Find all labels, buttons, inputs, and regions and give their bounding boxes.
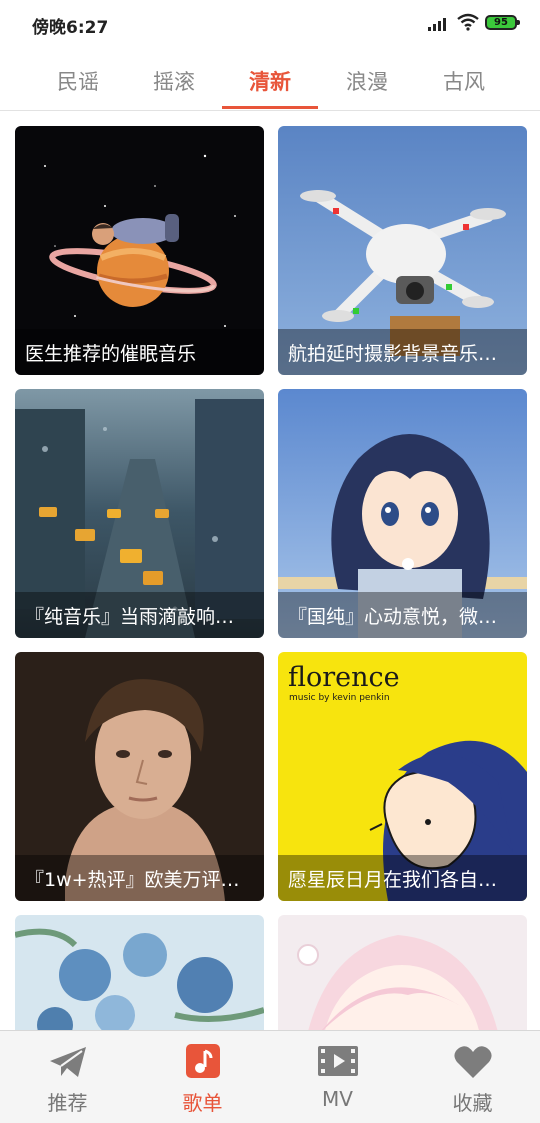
playlist-grid: 医生推荐的催眠音乐 航拍延时摄影背景音乐… 『纯音乐』当雨滴敲响… 『国纯』心动…: [0, 110, 540, 1030]
nav-label: 歌单: [182, 1091, 223, 1115]
status-bar: 傍晚6:27 95: [0, 0, 540, 50]
tab-gufeng[interactable]: 古风: [416, 66, 512, 96]
playlist-cover-image: [15, 915, 264, 1030]
playlist-title: 愿星辰日月在我们各自…: [278, 855, 527, 901]
nav-label: MV: [322, 1087, 353, 1111]
playlist-card[interactable]: 航拍延时摄影背景音乐…: [278, 126, 527, 375]
nav-favorites[interactable]: 收藏: [405, 1031, 540, 1123]
nav-recommend[interactable]: 推荐: [0, 1031, 135, 1123]
florence-logo-text: florence: [288, 662, 400, 693]
bottom-navigation: 推荐 歌单 MV 收藏: [0, 1030, 540, 1123]
category-tabs: 民谣 摇滚 清新 浪漫 古风: [0, 54, 540, 111]
playlist-card[interactable]: 『国纯』心动意悦，微…: [278, 389, 527, 638]
playlist-card[interactable]: [15, 915, 264, 1030]
tab-langman[interactable]: 浪漫: [319, 66, 415, 96]
playlist-title: 『纯音乐』当雨滴敲响…: [15, 592, 264, 638]
florence-subtitle-text: music by kevin penkin: [289, 693, 390, 703]
tab-minyao[interactable]: 民谣: [30, 66, 126, 96]
nav-label: 推荐: [47, 1091, 88, 1115]
playlist-card[interactable]: 医生推荐的催眠音乐: [15, 126, 264, 375]
playlist-title: 航拍延时摄影背景音乐…: [278, 329, 527, 375]
playlist-title: 医生推荐的催眠音乐: [15, 329, 264, 375]
tab-qingxin[interactable]: 清新: [222, 66, 318, 96]
status-time: 傍晚6:27: [32, 18, 109, 38]
playlist-card[interactable]: 『纯音乐』当雨滴敲响…: [15, 389, 264, 638]
film-play-icon: [318, 1046, 358, 1076]
heart-icon: [454, 1046, 492, 1078]
playlist-cover-image: [278, 915, 527, 1030]
paper-plane-icon: [50, 1047, 86, 1077]
nav-label: 收藏: [452, 1091, 493, 1115]
playlist-card[interactable]: florence music by kevin penkin 愿星辰日月在我们各…: [278, 652, 527, 901]
active-tab-indicator: [222, 106, 318, 109]
nav-playlists[interactable]: 歌单: [135, 1031, 270, 1123]
nav-mv[interactable]: MV: [270, 1031, 405, 1123]
battery-icon: 95: [485, 15, 520, 30]
playlist-card[interactable]: 『1w+热评』欧美万评…: [15, 652, 264, 901]
playlist-title: 『1w+热评』欧美万评…: [15, 855, 264, 901]
tab-yaogun[interactable]: 摇滚: [126, 66, 222, 96]
playlist-card[interactable]: [278, 915, 527, 1030]
playlist-title: 『国纯』心动意悦，微…: [278, 592, 527, 638]
music-note-icon: [186, 1044, 220, 1078]
signal-icon: [428, 18, 446, 31]
wifi-icon: [457, 13, 479, 31]
